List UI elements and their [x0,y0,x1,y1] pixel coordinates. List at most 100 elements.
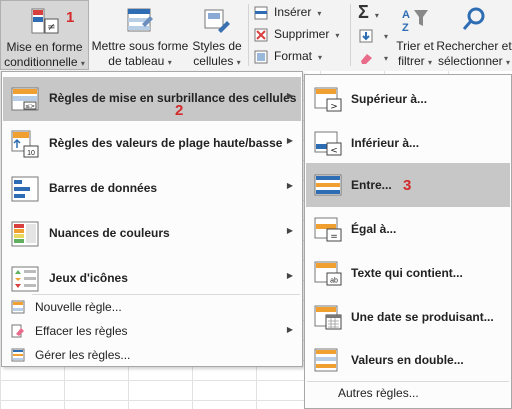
submenu-item-less-than[interactable]: < Inférieur à... [306,121,510,165]
submenu-item-label: Inférieur à... [351,136,420,150]
dropdown-arrow-icon: ▾ [384,54,389,63]
svg-text:>: > [330,102,338,112]
menu-item-clear-rules[interactable]: Effacer les règles ▶ [3,320,301,342]
dropdown-arrow-icon: ▾ [80,59,85,68]
conditional-formatting-button[interactable]: ≠ Mise en forme conditionnelle ▾ [0,0,89,70]
menu-separator [32,294,300,295]
fill-button[interactable]: ▾ [358,25,390,45]
menu-item-color-scales[interactable]: Nuances de couleurs ▶ [3,212,301,256]
menu-item-data-bars[interactable]: Barres de données ▶ [3,167,301,211]
submenu-item-label: Égal à... [351,222,397,236]
menu-item-label: Barres de données [49,181,158,195]
submenu-item-greater-than[interactable]: > Supérieur à... [306,77,510,121]
autosum-button[interactable]: Σ ▾ [358,2,390,22]
submenu-item-date-occurring[interactable]: Une date se produisant... [306,295,510,339]
submenu-item-equal-to[interactable]: = Égal à... [306,207,510,251]
format-as-table-icon [127,8,153,32]
insert-button[interactable]: Insérer ▾ [254,2,321,22]
submenu-item-label: Une date se produisant... [351,310,494,324]
ribbon-separator [350,4,351,66]
dropdown-arrow-icon: ▾ [428,58,433,67]
more-rules-item[interactable]: Autres règles... [338,386,419,400]
submenu-arrow-icon: ▶ [286,271,293,280]
menu-item-new-rule[interactable]: Nouvelle règle... [3,296,301,318]
clear-rules-icon [11,324,24,338]
conditional-formatting-menu: ≤> Règles de mise en surbrillance des ce… [1,71,303,367]
new-rule-icon [11,300,25,314]
date-occurring-icon [314,305,342,330]
highlight-rules-icon: ≤> [11,87,39,111]
dropdown-arrow-icon: ▾ [335,31,340,40]
menu-item-label: Effacer les règles [35,324,128,338]
ribbon: ≠ Mise en forme conditionnelle ▾ 1 Mettr… [0,0,512,71]
find-select-label-1: Rechercher et [436,39,512,53]
cell-styles-button[interactable]: Styles de cellules ▾ [190,0,244,70]
format-as-table-label-1: Mettre sous forme [91,39,189,53]
step-marker-1: 1 [66,9,75,26]
eraser-icon [361,53,372,64]
sort-filter-label-1: Trier et [396,39,434,53]
menu-separator [307,381,509,382]
less-than-icon: < [314,131,342,156]
menu-item-label: Nuances de couleurs [49,226,170,240]
menu-item-label: Jeux d'icônes [49,271,128,285]
delete-label: Supprimer [274,27,330,41]
sort-filter-label-2: filtrer [397,54,425,68]
format-as-table-label-2: de tableau [108,54,165,68]
format-as-table-button[interactable]: Mettre sous forme de tableau ▾ [90,0,190,70]
color-scales-icon [11,221,39,247]
dropdown-arrow-icon: ▾ [236,58,241,67]
magnifier-icon [462,7,485,30]
insert-label: Insérer [274,5,312,19]
dropdown-arrow-icon: ▾ [374,11,379,20]
menu-item-manage-rules[interactable]: Gérer les règles... [3,344,301,366]
conditional-formatting-label-1: Mise en forme [6,40,83,54]
format-button[interactable]: Format ▾ [254,46,322,66]
svg-text:10: 10 [27,150,35,157]
dropdown-arrow-icon: ▾ [167,58,172,67]
insert-icon [254,6,268,20]
manage-rules-icon [11,348,25,362]
svg-text:=: = [330,232,338,242]
duplicate-values-icon [314,348,338,372]
step-marker-2: 2 [175,102,184,119]
cell-styles-icon [204,9,230,33]
sort-filter-button[interactable]: A Z Trier et filtrer ▾ [394,0,436,70]
top-bottom-rules-icon: 10 [11,130,39,158]
menu-item-label: Règles des valeurs de plage haute/basse [49,136,283,150]
format-label: Format [274,49,313,63]
menu-item-label: Nouvelle règle... [35,300,122,314]
sigma-icon: Σ [358,2,369,22]
find-select-button[interactable]: Rechercher et sélectionner ▾ [436,0,512,70]
delete-icon [254,28,268,42]
sort-filter-icon: A Z [402,9,428,34]
find-select-label-2: sélectionner [437,54,503,68]
clear-button[interactable]: ▾ [358,47,390,67]
delete-button[interactable]: Supprimer ▾ [254,24,339,44]
menu-item-label: Gérer les règles... [35,348,131,362]
submenu-item-label: Texte qui contient... [351,266,463,280]
submenu-arrow-icon: ▶ [286,325,293,334]
highlight-cells-submenu: > Supérieur à... < Inférieur à... Entre.… [304,74,512,409]
dropdown-arrow-icon: ▾ [318,53,323,62]
submenu-arrow-icon: ▶ [286,226,293,235]
dropdown-arrow-icon: ▾ [384,32,389,41]
submenu-item-text-contains[interactable]: ab Texte qui contient... [306,251,510,295]
cell-styles-label-1: Styles de [192,39,242,53]
svg-text:Z: Z [402,22,409,34]
fill-down-icon [359,29,373,43]
svg-text:≤>: ≤> [25,103,35,110]
data-bars-icon [11,176,39,202]
submenu-item-duplicate-values[interactable]: Valeurs en double... [306,338,510,382]
dropdown-arrow-icon: ▾ [506,58,511,67]
cell-styles-label-2: cellules [193,54,234,68]
submenu-arrow-icon: ▶ [286,181,293,190]
menu-item-label: Règles de mise en surbrillance des cellu… [49,91,297,105]
format-icon [254,50,268,64]
submenu-item-label: Entre... [351,178,392,192]
menu-item-highlight-cells-rules[interactable]: ≤> Règles de mise en surbrillance des ce… [3,77,301,121]
equal-to-icon: = [314,217,342,242]
submenu-arrow-icon: ▶ [286,91,293,100]
conditional-formatting-icon: ≠ [31,8,58,34]
menu-item-top-bottom-rules[interactable]: 10 Règles des valeurs de plage haute/bas… [3,122,301,166]
